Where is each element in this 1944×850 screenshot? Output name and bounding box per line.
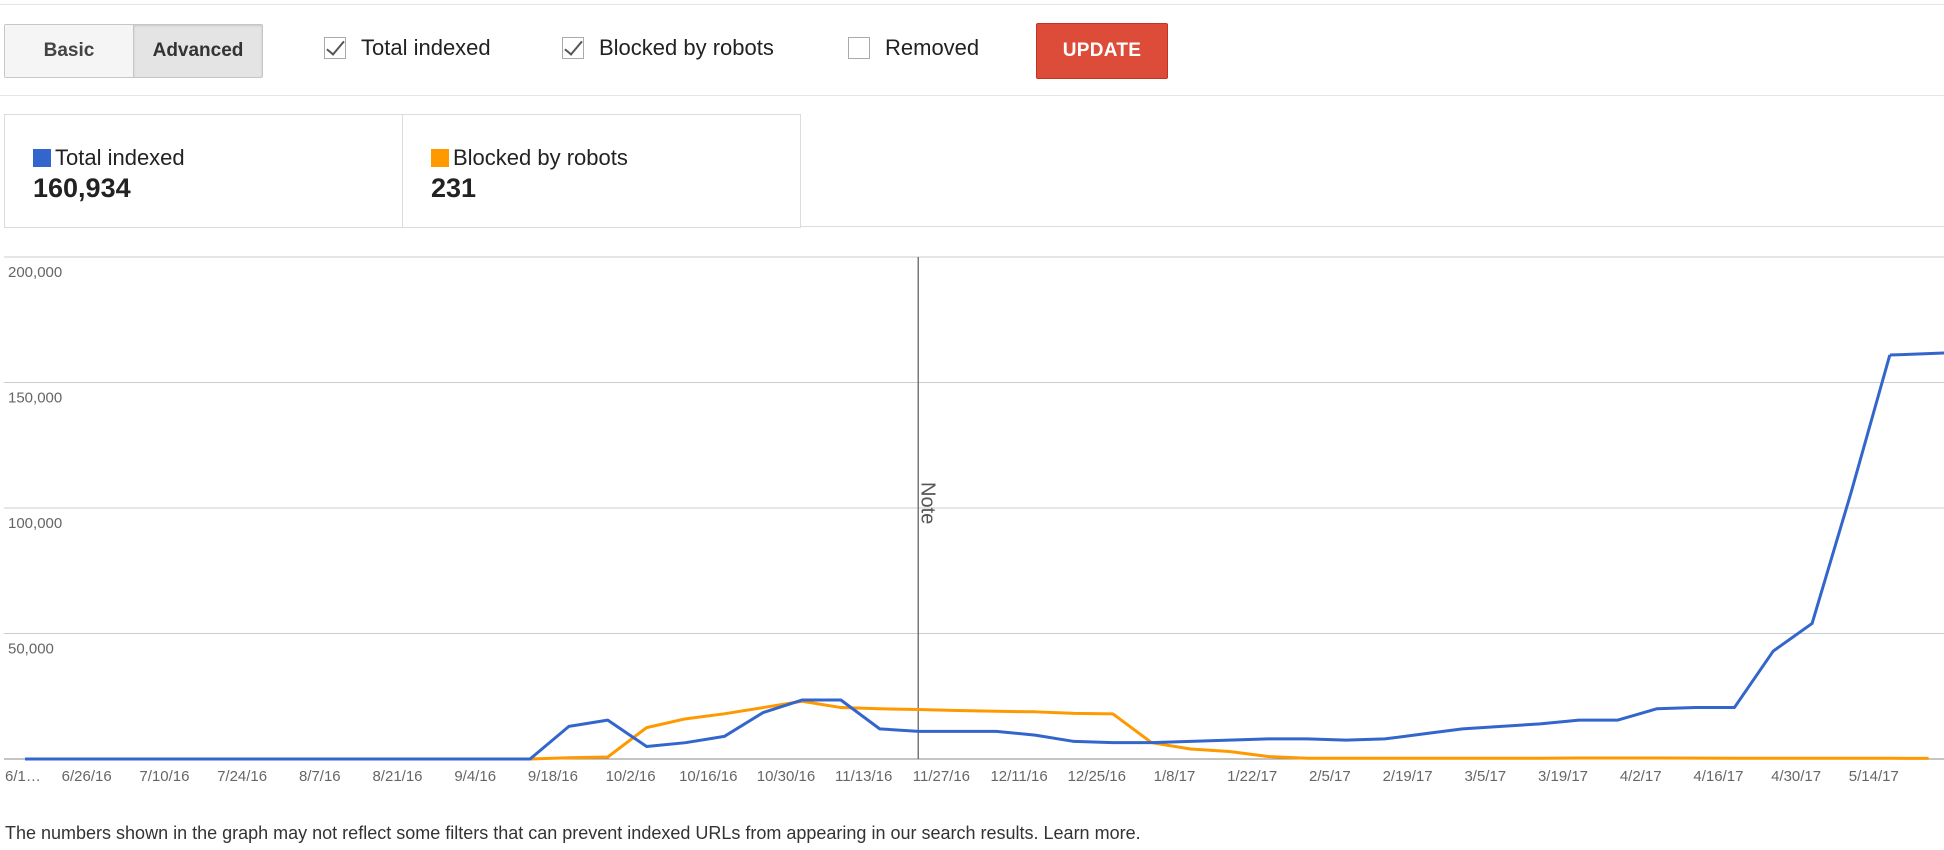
blocked-by-robots-card-label: Blocked by robots: [453, 145, 628, 170]
total-indexed-swatch: [33, 149, 51, 167]
basic-button[interactable]: Basic: [5, 25, 133, 77]
summary-cards: Total indexed 160,934 Blocked by robots …: [4, 114, 801, 228]
summary-divider: [801, 226, 1944, 227]
x-tick-label: 2/19/17: [1383, 768, 1433, 785]
y-tick-label: 100,000: [8, 515, 62, 532]
total-indexed-series-tail: [1889, 351, 1944, 357]
x-tick-label: 12/25/16: [1068, 768, 1126, 785]
x-tick-label: 4/2/17: [1620, 768, 1662, 785]
x-tick-label: 9/4/16: [454, 768, 496, 785]
index-status-chart: 50,000 100,000 150,000 200,000 Note 6/1… 6/26/…: [0, 250, 1944, 795]
blocked-by-robots-card: Blocked by robots 231: [403, 115, 801, 227]
total-indexed-checkbox[interactable]: Total indexed: [324, 33, 491, 63]
x-tick-label: 1/22/17: [1227, 768, 1277, 785]
footer-note: The numbers shown in the graph may not r…: [5, 823, 1141, 844]
x-tick-label: 1/8/17: [1154, 768, 1196, 785]
x-tick-label: 4/16/17: [1693, 768, 1743, 785]
x-tick-label: 12/11/16: [990, 768, 1047, 785]
total-indexed-card: Total indexed 160,934: [5, 115, 403, 227]
footer-text: The numbers shown in the graph may not r…: [5, 823, 1039, 843]
x-tick-label: 4/30/17: [1771, 768, 1821, 785]
y-tick-label: 150,000: [8, 390, 62, 407]
x-tick-label: 10/30/16: [757, 768, 815, 785]
advanced-button[interactable]: Advanced: [133, 25, 262, 77]
x-tick-label: 5/14/17: [1849, 768, 1899, 785]
total-indexed-series-line: [25, 354, 1892, 761]
x-tick-label: 9/18/16: [528, 768, 578, 785]
x-tick-label: 6/26/16: [62, 768, 112, 785]
x-tick-label: 8/7/16: [299, 768, 341, 785]
x-tick-label: 2/5/17: [1309, 768, 1351, 785]
x-tick-label: 11/27/16: [913, 768, 970, 785]
x-tick-label: 3/19/17: [1538, 768, 1588, 785]
line-chart: 50,000 100,000 150,000 200,000 Note 6/1… 6/26/…: [4, 256, 1944, 785]
checkbox-checked-icon[interactable]: [562, 37, 584, 59]
x-tick-label: 11/13/16: [835, 768, 892, 785]
x-tick-label: 6/1…: [5, 768, 41, 785]
y-tick-label: 200,000: [8, 264, 62, 281]
total-indexed-card-label: Total indexed: [55, 145, 185, 170]
blocked-by-robots-checkbox[interactable]: Blocked by robots: [562, 33, 774, 63]
blocked-by-robots-swatch: [431, 149, 449, 167]
x-tick-label: 3/5/17: [1464, 768, 1506, 785]
toolbar: Basic Advanced Total indexed Blocked by …: [0, 0, 1944, 96]
x-tick-label: 7/10/16: [139, 768, 189, 785]
total-indexed-checkbox-label: Total indexed: [361, 35, 491, 60]
x-tick-label: 10/16/16: [679, 768, 737, 785]
update-button[interactable]: UPDATE: [1036, 23, 1168, 79]
total-indexed-value: 160,934: [33, 173, 131, 203]
removed-checkbox-label: Removed: [885, 35, 980, 60]
checkbox-checked-icon[interactable]: [324, 37, 346, 59]
view-toggle: Basic Advanced: [4, 24, 263, 78]
note-annotation-label: Note: [916, 482, 938, 524]
toolbar-divider: [0, 95, 1944, 96]
removed-checkbox[interactable]: Removed: [848, 33, 979, 63]
x-tick-label: 8/21/16: [372, 768, 422, 785]
x-tick-label: 10/2/16: [606, 768, 656, 785]
blocked-by-robots-value: 231: [431, 173, 477, 203]
y-tick-label: 50,000: [8, 641, 54, 658]
checkbox-unchecked-icon[interactable]: [848, 37, 870, 59]
blocked-by-robots-checkbox-label: Blocked by robots: [599, 35, 774, 60]
x-tick-label: 7/24/16: [217, 768, 267, 785]
learn-more-link[interactable]: Learn more.: [1044, 823, 1141, 843]
